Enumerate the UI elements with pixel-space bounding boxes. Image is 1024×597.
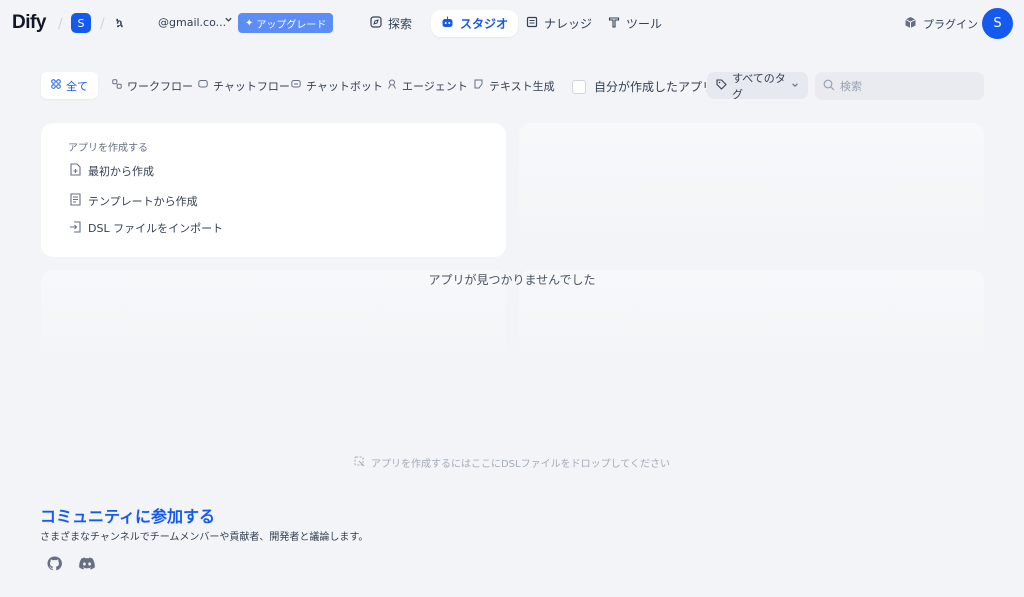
- community-description: さまざまなチャンネルでチームメンバーや貢献者、開発者と議論します。: [40, 532, 369, 543]
- tag-filter-label: すべてのタグ: [732, 71, 786, 101]
- search-box[interactable]: [815, 72, 984, 100]
- tab-chatflow-label: チャットフロー: [213, 79, 290, 93]
- search-input[interactable]: [840, 79, 980, 93]
- document-edit-icon: [474, 79, 484, 92]
- tab-agent[interactable]: エージェント: [377, 72, 478, 99]
- empty-state-message: アプリが見つかりませんでした: [428, 273, 596, 287]
- workflow-icon: [112, 79, 122, 92]
- create-app-card: アプリを作成する 最初から作成 テンプレートから作成 DSL ファイルをインポー…: [41, 123, 506, 257]
- create-from-template-label: テンプレートから作成: [88, 195, 198, 208]
- agent-icon: [387, 79, 397, 92]
- nav-tools-label: ツール: [626, 17, 663, 31]
- compass-icon: [370, 16, 382, 31]
- chat-bubble-icon: [198, 79, 208, 92]
- robot-icon: [441, 16, 454, 32]
- nav-knowledge[interactable]: ナレッジ: [516, 10, 602, 37]
- sparkle-icon: ✦: [245, 17, 254, 29]
- user-avatar[interactable]: S: [982, 8, 1013, 39]
- book-icon: [526, 16, 538, 31]
- create-from-blank-button[interactable]: 最初から作成: [68, 163, 154, 179]
- nav-explore-label: 探索: [388, 17, 413, 31]
- breadcrumb-separator: /: [100, 16, 105, 32]
- breadcrumb-separator: /: [58, 16, 63, 32]
- plugins-label: プラグイン: [923, 18, 978, 31]
- grid-icon: [51, 79, 61, 92]
- tab-workflow-label: ワークフロー: [127, 79, 193, 93]
- dify-logo[interactable]: Dify: [12, 12, 46, 34]
- account-email[interactable]: @gmail.co...: [158, 16, 226, 29]
- top-navigation-bar: Dify / S / ኳ @gmail.co... ✦ アップグレード 探索 ス…: [0, 0, 1024, 48]
- nav-explore[interactable]: 探索: [360, 10, 422, 37]
- tab-text-generation-label: テキスト生成: [489, 79, 555, 93]
- nav-knowledge-label: ナレッジ: [544, 17, 593, 31]
- template-icon: [68, 193, 82, 209]
- create-from-blank-label: 最初から作成: [88, 165, 154, 178]
- hammer-icon: [608, 16, 620, 31]
- created-by-me-filter[interactable]: 自分が作成したアプリ: [572, 78, 714, 95]
- dsl-drop-hint-text: アプリを作成するにはここにDSLファイルをドロップしてください: [370, 459, 671, 470]
- file-plus-icon: [68, 163, 82, 179]
- tab-agent-label: エージェント: [402, 79, 468, 93]
- dsl-drop-hint: アプリを作成するにはここにDSLファイルをドロップしてください: [0, 455, 1024, 470]
- upgrade-button[interactable]: ✦ アップグレード: [238, 13, 334, 33]
- discord-icon[interactable]: [77, 553, 97, 573]
- search-icon: [823, 79, 835, 94]
- tab-all-label: 全て: [66, 79, 88, 93]
- chevron-down-icon: [791, 79, 799, 92]
- tab-all[interactable]: 全て: [41, 72, 98, 99]
- workspace-icon: ኳ: [116, 16, 124, 29]
- plugins-button[interactable]: プラグイン: [904, 16, 978, 32]
- cube-icon: [904, 16, 917, 32]
- create-app-title: アプリを作成する: [68, 143, 148, 154]
- placeholder-card: [519, 123, 984, 257]
- chevron-down-icon[interactable]: [224, 14, 233, 27]
- import-dsl-button[interactable]: DSL ファイルをインポート: [68, 220, 223, 236]
- created-by-me-checkbox[interactable]: [572, 79, 586, 94]
- created-by-me-label: 自分が作成したアプリ: [594, 80, 715, 94]
- nav-tools[interactable]: ツール: [598, 10, 672, 37]
- create-from-template-button[interactable]: テンプレートから作成: [68, 193, 198, 209]
- import-icon: [68, 220, 82, 236]
- nav-studio-label: スタジオ: [460, 17, 509, 31]
- upgrade-label: アップグレード: [256, 19, 327, 31]
- nav-studio[interactable]: スタジオ: [431, 10, 519, 37]
- chatbot-icon: [291, 79, 301, 92]
- tab-chatbot-label: チャットボット: [306, 79, 383, 93]
- tag-icon: [716, 78, 727, 93]
- tab-text-generation[interactable]: テキスト生成: [464, 72, 565, 99]
- community-title: コミュニティに参加する: [40, 507, 216, 526]
- drop-file-icon: [354, 456, 365, 470]
- tag-filter-dropdown[interactable]: すべてのタグ: [707, 71, 808, 101]
- workspace-badge[interactable]: S: [71, 13, 91, 33]
- import-dsl-label: DSL ファイルをインポート: [88, 222, 224, 235]
- github-icon[interactable]: [44, 553, 64, 573]
